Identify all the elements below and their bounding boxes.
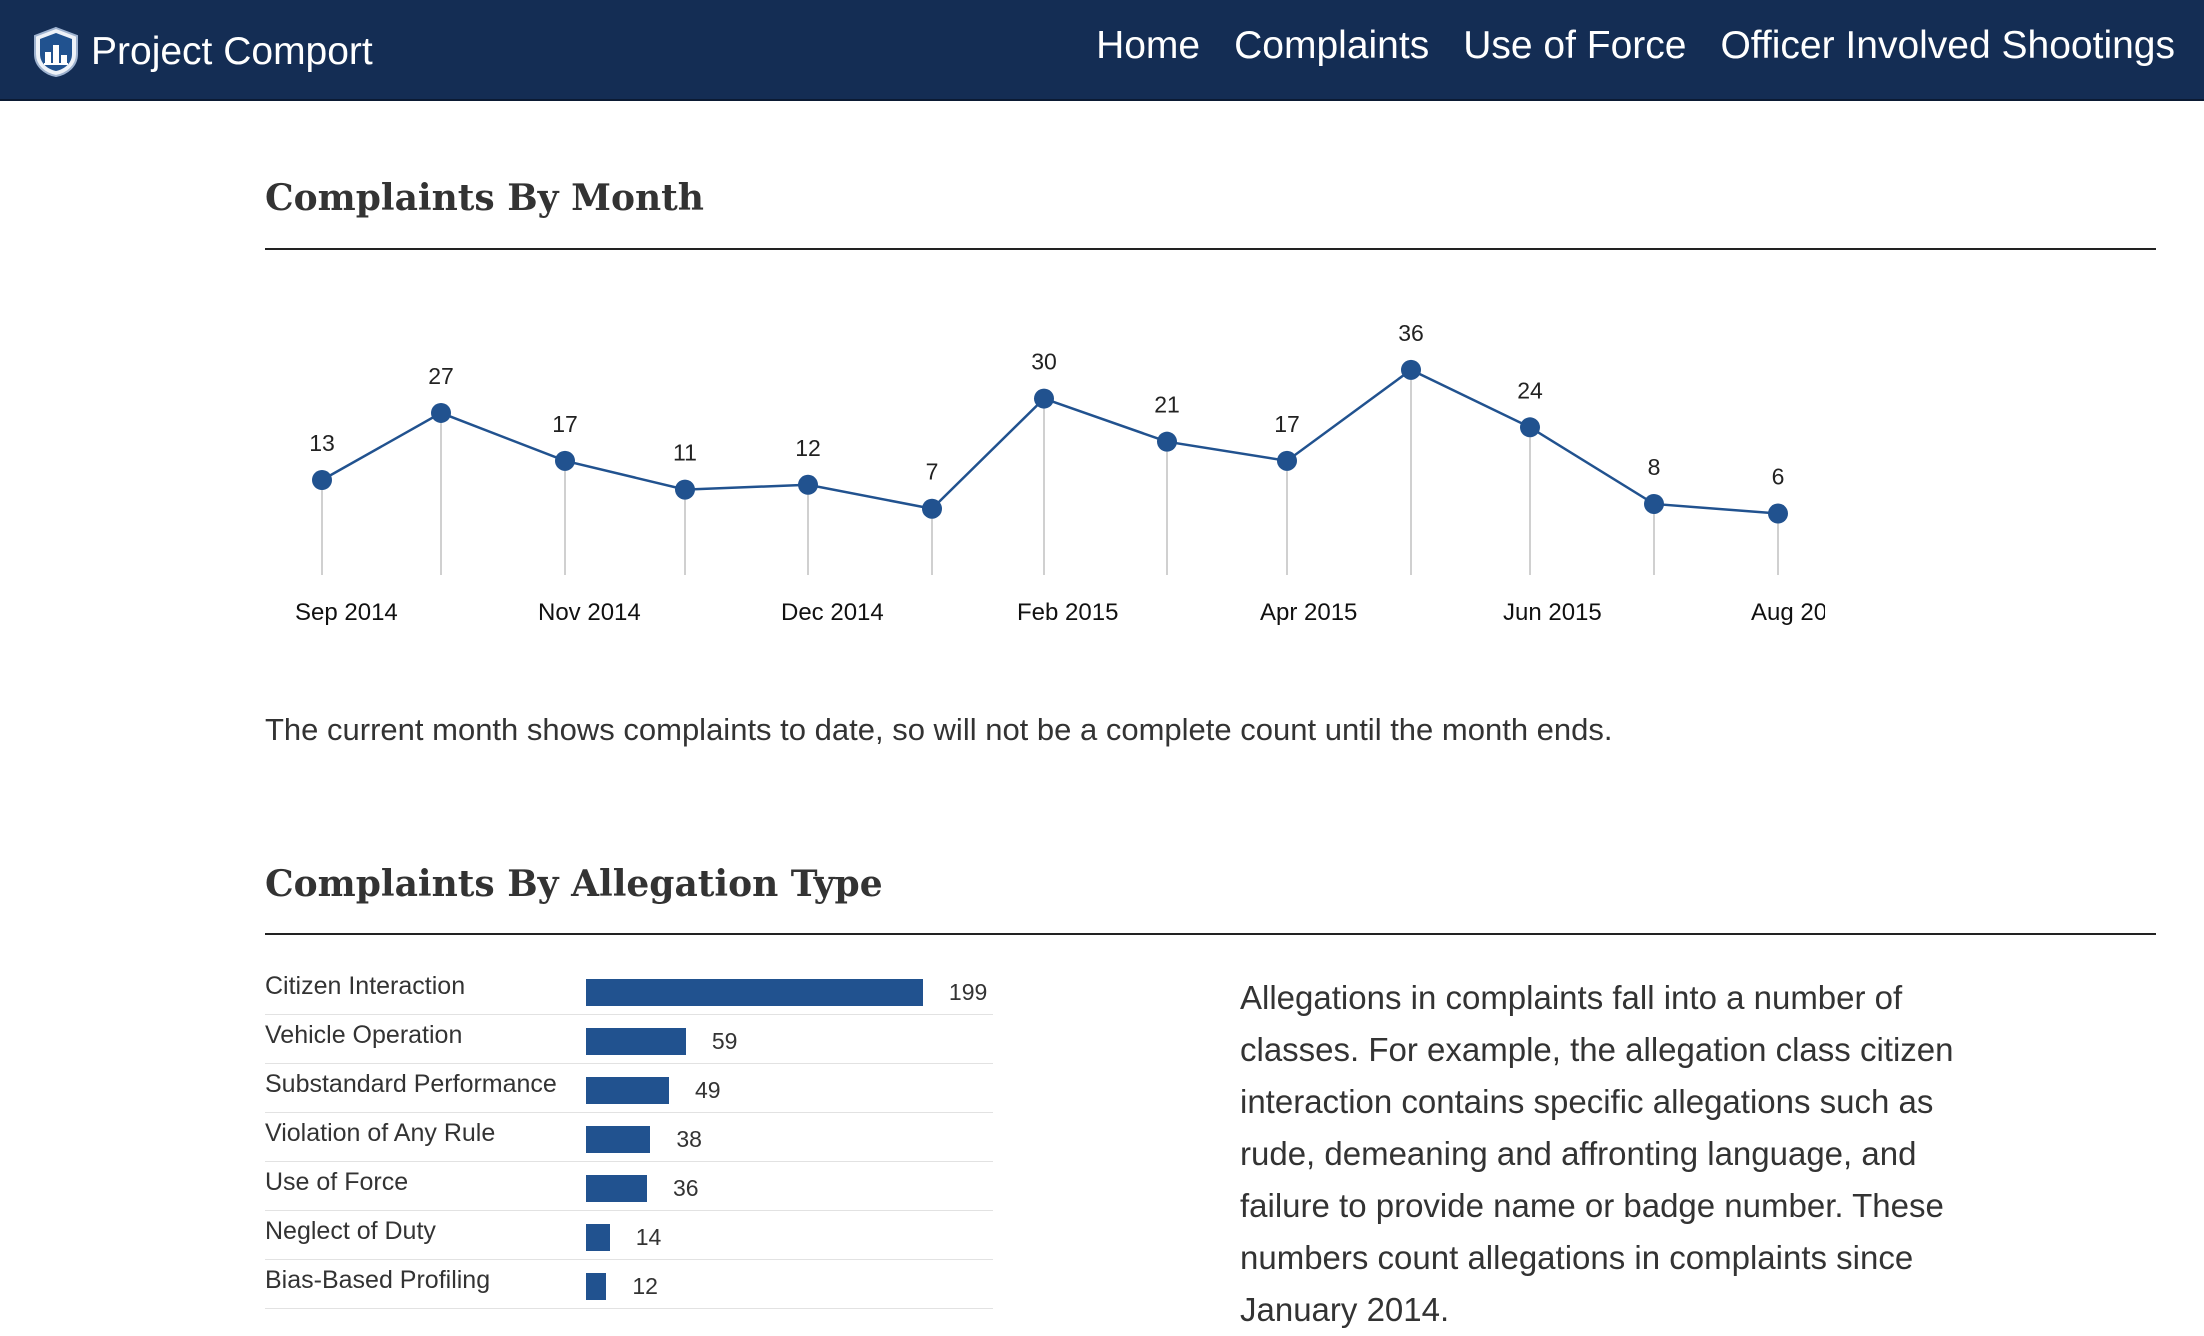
data-point — [1034, 388, 1054, 409]
allegation-bar — [586, 1077, 669, 1104]
data-label: 13 — [309, 430, 335, 456]
x-tick-label: Dec 2014 — [781, 599, 884, 626]
data-label: 27 — [428, 363, 454, 389]
data-label: 12 — [795, 435, 821, 461]
allegation-row: Use of Force 36 — [265, 1162, 993, 1211]
nav-use-of-force[interactable]: Use of Force — [1463, 24, 1686, 68]
allegation-bar-chart: Citizen Interaction 199 Vehicle Operation 5… — [265, 966, 993, 1309]
allegation-bar — [586, 1224, 610, 1251]
allegation-value: 199 — [948, 979, 988, 1005]
data-point — [1520, 417, 1540, 438]
nav-complaints[interactable]: Complaints — [1234, 24, 1429, 68]
nav-links: Home Complaints Use of Force Officer Inv… — [1062, 24, 2175, 68]
allegation-bar — [586, 1273, 607, 1300]
allegation-value: 59 — [711, 1028, 738, 1054]
complaints-by-month-chart: 13 27 17 11 12 7 30 21 17 36 24 8 6 Sep 2014 Nov 2014 D… — [295, 320, 1825, 626]
brand-link[interactable]: Project Comport — [31, 26, 373, 78]
data-label: 17 — [1274, 411, 1300, 437]
allegation-bar — [586, 1126, 651, 1153]
data-label: 30 — [1031, 349, 1057, 375]
allegation-row: Vehicle Operation 59 — [265, 1015, 993, 1064]
data-point — [1644, 493, 1664, 514]
data-point — [431, 402, 451, 423]
data-label: 7 — [926, 459, 939, 485]
allegation-value: 38 — [676, 1126, 702, 1152]
x-tick-label: Apr 2015 — [1260, 599, 1357, 626]
data-point — [1401, 359, 1421, 380]
allegation-row: Citizen Interaction 199 — [265, 966, 993, 1015]
x-tick-label: Nov 2014 — [538, 599, 641, 626]
x-tick-label: Jun 2015 — [1503, 599, 1602, 626]
allegation-row: Neglect of Duty 14 — [265, 1211, 993, 1260]
complaints-by-month-title: Complaints By Month — [265, 177, 704, 219]
allegation-label: Bias-Based Profiling — [265, 1266, 491, 1294]
data-label: 11 — [673, 440, 697, 466]
allegation-description: Allegations in complaints fall into a nu… — [1240, 979, 1954, 1328]
data-label: 8 — [1648, 454, 1661, 480]
allegation-row: Substandard Performance 49 — [265, 1064, 993, 1113]
allegation-value: 49 — [694, 1077, 721, 1103]
section-divider — [265, 248, 2156, 250]
data-point — [1768, 503, 1788, 524]
allegation-row: Bias-Based Profiling 12 — [265, 1260, 993, 1309]
allegation-label: Substandard Performance — [265, 1070, 557, 1098]
data-label: 24 — [1517, 377, 1543, 403]
allegation-bar — [586, 979, 923, 1006]
allegation-label: Citizen Interaction — [265, 972, 466, 1000]
allegation-label: Use of Force — [265, 1168, 409, 1196]
complaints-by-allegation-title: Complaints By Allegation Type — [265, 863, 883, 905]
data-point — [922, 498, 942, 519]
data-label: 6 — [1772, 464, 1785, 490]
section-divider — [265, 933, 2156, 935]
nav-home[interactable]: Home — [1096, 24, 1200, 68]
allegation-bar — [586, 1028, 686, 1055]
data-point — [675, 479, 695, 500]
allegation-value: 14 — [635, 1224, 662, 1250]
allegation-value: 12 — [632, 1273, 658, 1299]
data-label: 21 — [1154, 392, 1180, 418]
data-point — [1277, 450, 1297, 471]
allegation-row: Violation of Any Rule 38 — [265, 1113, 993, 1162]
navbar: Project Comport Home Complaints Use of F… — [0, 0, 2204, 101]
data-label: 36 — [1398, 320, 1424, 346]
data-point — [1157, 431, 1177, 452]
brand-name: Project Comport — [91, 30, 373, 73]
allegation-label: Vehicle Operation — [265, 1021, 463, 1049]
data-point — [312, 470, 332, 490]
data-label: 17 — [552, 411, 578, 437]
x-tick-label: Feb 2015 — [1017, 599, 1118, 626]
shield-chart-icon — [34, 26, 78, 78]
current-month-note: The current month shows complaints to da… — [265, 712, 1613, 747]
data-point — [798, 474, 818, 495]
x-tick-label: Sep 2014 — [295, 599, 398, 626]
x-tick-label: Aug 2015 — [1751, 599, 1825, 626]
allegation-value: 36 — [672, 1175, 699, 1201]
data-point — [555, 450, 575, 471]
allegation-label: Violation of Any Rule — [265, 1119, 496, 1147]
allegation-label: Neglect of Duty — [265, 1217, 436, 1245]
nav-officer-involved-shootings[interactable]: Officer Involved Shootings — [1720, 24, 2175, 68]
allegation-bar — [586, 1175, 647, 1202]
